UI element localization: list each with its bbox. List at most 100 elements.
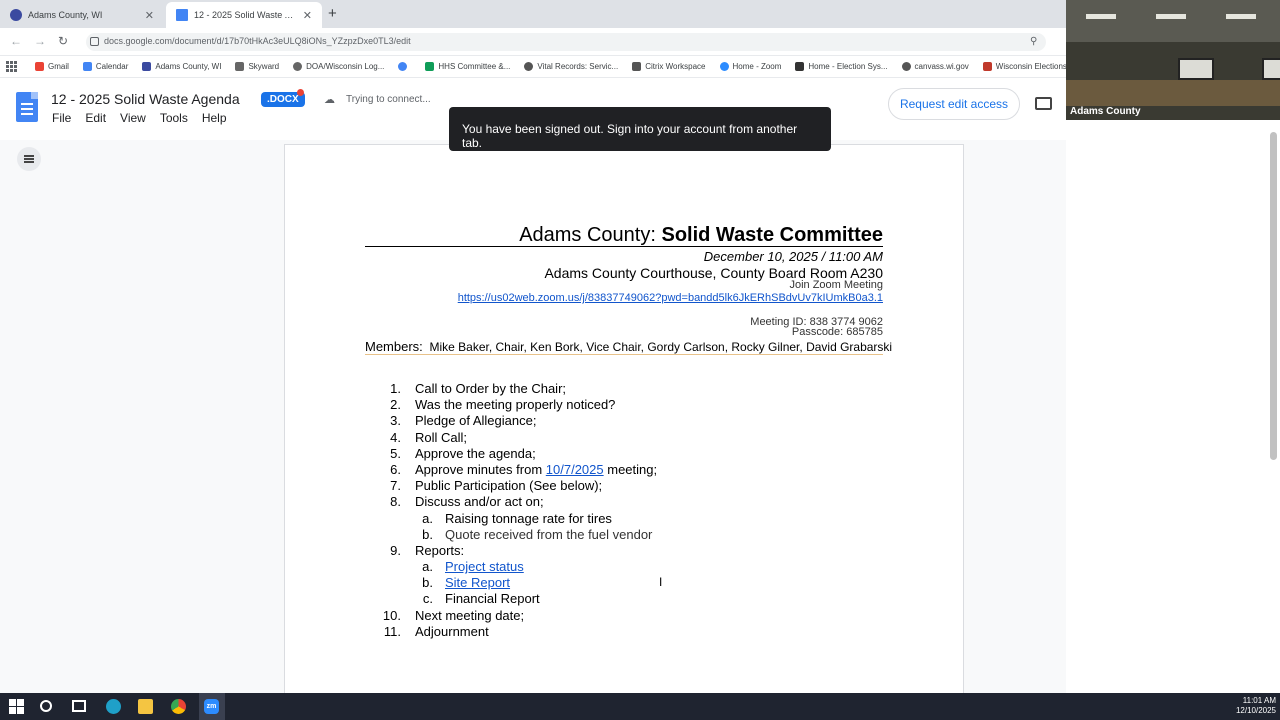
connection-status: Trying to connect... — [346, 94, 431, 105]
system-clock[interactable]: 11:01 AM 12/10/2025 — [1236, 696, 1276, 716]
search-icon[interactable] — [40, 700, 52, 712]
vital-records-icon — [524, 62, 534, 71]
bookmark-calendar[interactable]: Calendar — [82, 62, 128, 71]
bookmark-election[interactable]: Home - Election Sys... — [795, 62, 888, 71]
back-arrow-icon[interactable]: ← — [10, 34, 22, 48]
reload-icon[interactable]: ↻ — [58, 34, 68, 48]
address-bar-row: ← → ↻ docs.google.com/document/d/17b70tH… — [0, 28, 1066, 56]
project-status-link[interactable]: Project status — [445, 559, 524, 575]
menu-edit[interactable]: Edit — [85, 111, 106, 125]
document-page[interactable]: Adams County: Solid Waste Committee Dece… — [284, 144, 964, 704]
agenda-item: 5. Approve the agenda; — [390, 445, 536, 461]
heading-county: Adams County: Solid Waste Committee — [519, 224, 883, 246]
url-text: docs.google.com/document/d/17b70tHkAc3eU… — [104, 36, 411, 46]
members-label: Members: — [365, 339, 423, 354]
clock-date: 12/10/2025 — [1235, 706, 1276, 715]
agenda-item: 3. Pledge of Allegiance; — [390, 413, 537, 429]
members-line: Members: Mike Baker, Chair, Ken Bork, Vi… — [365, 339, 892, 354]
agenda-item: 2. Was the meeting properly noticed? — [390, 397, 616, 413]
site-report-link[interactable]: Site Report — [445, 575, 510, 591]
video-light — [1226, 14, 1256, 19]
zoom-magnifier-icon[interactable]: ⚲ — [1030, 36, 1037, 47]
text-cursor-icon: I — [659, 575, 663, 589]
scrollbar-thumb[interactable] — [1270, 132, 1277, 460]
adams-county-favicon-icon — [10, 9, 22, 21]
zoom-icon — [719, 62, 729, 71]
menu-tools[interactable]: Tools — [160, 111, 188, 125]
document-title[interactable]: 12 - 2025 Solid Waste Agenda — [51, 91, 240, 107]
bookmark-hhs[interactable]: HHS Committee &... — [425, 62, 510, 71]
cloud-offline-icon: ☁ — [324, 94, 335, 106]
new-tab-button[interactable]: + — [328, 5, 337, 22]
tab-solid-waste-agenda[interactable]: 12 - 2025 Solid Waste Agenda ✕ — [166, 2, 322, 28]
bookmark-vital-records[interactable]: Vital Records: Servic... — [524, 62, 618, 71]
taskbar: zm 11:01 AM 12/10/2025 — [0, 693, 1280, 720]
bookmark-doa[interactable]: DOA/Wisconsin Log... — [293, 62, 384, 71]
bookmarks-bar: Gmail Calendar Adams County, WI Skyward … — [0, 56, 1074, 78]
comment-icon[interactable] — [1035, 97, 1052, 110]
members-rule — [365, 354, 883, 355]
agenda-item: 1. Call to Order by the Chair; — [390, 381, 567, 396]
video-ceiling — [1066, 0, 1280, 42]
menu-bar: File Edit View Tools Help — [52, 111, 227, 125]
adams-county-icon — [142, 62, 152, 71]
bookmark-canvass[interactable]: canvass.wi.gov — [901, 62, 969, 71]
docs-favicon-icon — [176, 9, 188, 21]
agenda-subitem: b. Quote received from the fuel vendor — [422, 526, 653, 542]
agenda-item: 4. Roll Call; — [390, 429, 468, 445]
sheets-icon — [425, 62, 435, 71]
request-edit-access-button[interactable]: Request edit access — [888, 88, 1020, 120]
file-explorer-icon[interactable] — [138, 699, 153, 714]
tab-title: Adams County, WI — [28, 10, 103, 20]
members-list: Mike Baker, Chair, Ken Bork, Vice Chair,… — [429, 340, 893, 354]
agenda-subitem: b. Site Report — [422, 575, 511, 591]
close-icon[interactable]: ✕ — [145, 9, 154, 22]
video-screen — [1262, 58, 1280, 80]
globe-icon — [293, 62, 303, 71]
notification-dot — [297, 89, 304, 96]
minutes-link[interactable]: 10/7/2025 — [546, 462, 604, 477]
zoom-app-icon[interactable]: zm — [204, 699, 219, 714]
video-screen — [1178, 58, 1214, 80]
agenda-item: 8. Discuss and/or act on; — [390, 494, 544, 510]
agenda-item: 11. Adjournment — [383, 623, 489, 639]
bookmark-wi-elections[interactable]: Wisconsin Elections... — [982, 62, 1074, 71]
menu-view[interactable]: View — [120, 111, 146, 125]
menu-file[interactable]: File — [52, 111, 71, 125]
video-table — [1066, 80, 1280, 106]
site-info-icon[interactable] — [90, 37, 99, 46]
video-light — [1086, 14, 1116, 19]
calendar-icon — [82, 62, 92, 71]
bookmark-zoom[interactable]: Home - Zoom — [719, 62, 781, 71]
bookmark-skyward[interactable]: Skyward — [235, 62, 279, 71]
menu-help[interactable]: Help — [202, 111, 227, 125]
bookmark-gmail[interactable]: Gmail — [35, 62, 69, 71]
skyward-icon — [235, 62, 245, 71]
google-icon — [398, 62, 408, 71]
edge-browser-icon[interactable] — [106, 699, 121, 714]
agenda-subitem: a. Raising tonnage rate for tires — [422, 510, 612, 526]
windows-start-icon[interactable] — [9, 699, 24, 714]
document-outline-icon[interactable] — [17, 147, 41, 171]
agenda-item: 9. Reports: — [390, 542, 465, 558]
forward-arrow-icon[interactable]: → — [34, 34, 46, 48]
agenda-subitem: c. Financial Report — [422, 591, 540, 607]
bookmark-adams-county[interactable]: Adams County, WI — [142, 62, 221, 71]
agenda-list: 1. Call to Order by the Chair; 2. Was the … — [375, 381, 895, 640]
chrome-browser-icon[interactable] — [171, 699, 186, 714]
election-icon — [795, 62, 805, 71]
screen: Adams County, WI ✕ 12 - 2025 Solid Waste… — [0, 0, 1280, 720]
meeting-passcode: Passcode: 685785 — [791, 326, 883, 338]
zoom-meeting-link[interactable]: https://us02web.zoom.us/j/83837749062?pw… — [458, 292, 883, 304]
apps-grid-icon[interactable] — [6, 60, 17, 73]
video-tile[interactable]: Adams County — [1066, 0, 1280, 120]
bookmark-google[interactable] — [398, 62, 411, 71]
bookmark-citrix[interactable]: Citrix Workspace — [632, 62, 706, 71]
google-docs-logo-icon[interactable] — [16, 92, 38, 122]
tab-adams-county[interactable]: Adams County, WI ✕ — [0, 2, 164, 28]
agenda-item: 7. Public Participation (See below); — [390, 478, 603, 494]
clock-time: 11:01 AM — [1242, 696, 1276, 705]
url-input[interactable]: docs.google.com/document/d/17b70tHkAc3eU… — [86, 33, 1046, 51]
close-icon[interactable]: ✕ — [303, 9, 312, 22]
task-view-icon[interactable] — [72, 700, 86, 712]
